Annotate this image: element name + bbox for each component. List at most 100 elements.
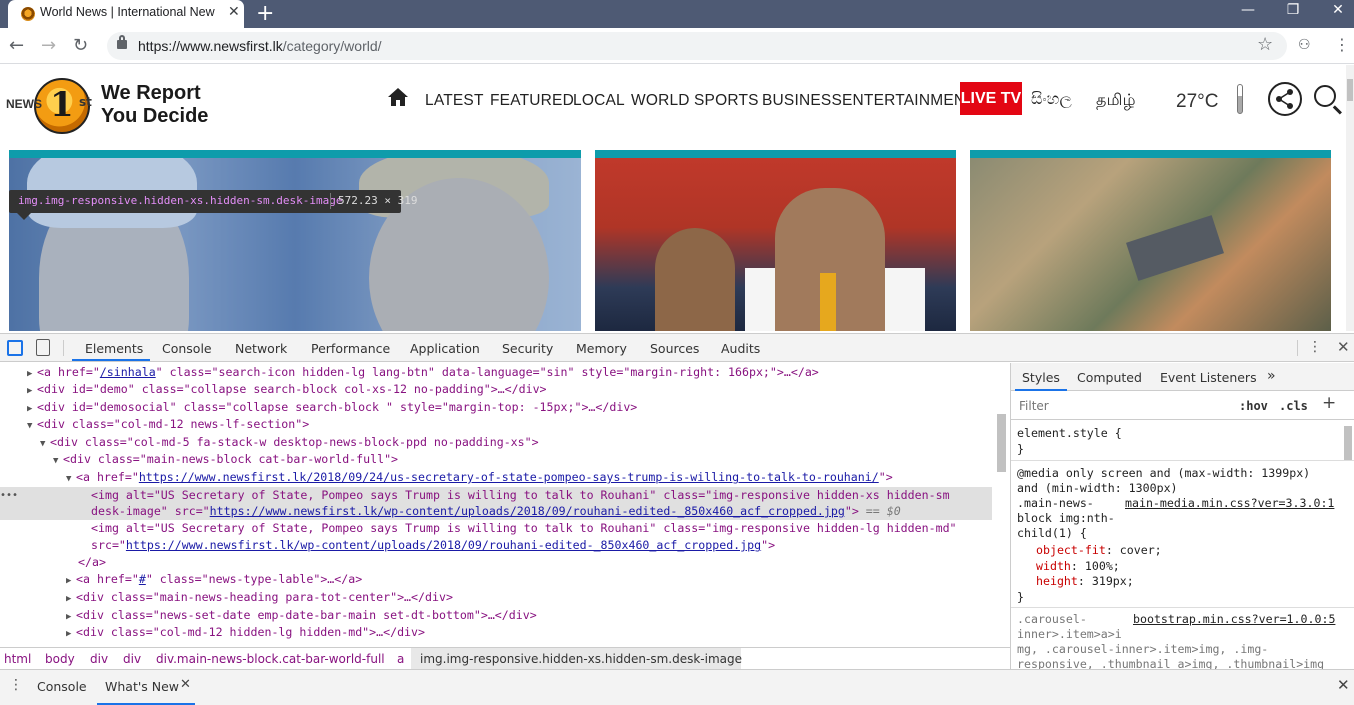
drawer-tab-whats-new[interactable]: What's New: [105, 679, 179, 694]
dom-node[interactable]: ▶ <div id="demosocial" class="collapse se…: [27, 400, 637, 417]
nav-local[interactable]: LOCAL: [573, 92, 625, 110]
node-link[interactable]: /sinhala: [100, 365, 156, 379]
dom-node[interactable]: <img alt="US Secretary of State, Pompeo …: [91, 521, 957, 538]
crumb-html[interactable]: html: [4, 652, 31, 666]
dom-tree-scrollbar[interactable]: [994, 363, 1008, 646]
lang-sinhala[interactable]: සිංහල: [1031, 91, 1072, 109]
nav-latest[interactable]: LATEST: [425, 92, 484, 110]
url-text[interactable]: https://www.newsfirst.lk/category/world/: [138, 38, 382, 54]
tab-elements[interactable]: Elements: [85, 341, 143, 356]
crumb-div[interactable]: div: [123, 652, 141, 666]
class-toggle[interactable]: .cls: [1279, 399, 1308, 413]
page-scrollbar-thumb[interactable]: [1347, 79, 1353, 101]
tab-close-icon[interactable]: ✕: [228, 4, 240, 20]
back-arrow-icon[interactable]: ←: [9, 35, 24, 56]
close-devtools-icon[interactable]: ✕: [1337, 338, 1350, 356]
node-link[interactable]: https://www.newsfirst.lk/wp-content/uplo…: [126, 538, 761, 552]
reload-icon[interactable]: ↻: [73, 35, 88, 56]
css-property[interactable]: width: 100%;: [1036, 559, 1120, 573]
nav-business[interactable]: BUSINESS: [762, 92, 842, 110]
news-image-3[interactable]: [970, 150, 1331, 331]
more-tabs-chevron-icon[interactable]: »: [1267, 368, 1276, 384]
tab-security[interactable]: Security: [502, 341, 553, 356]
browser-menu-icon[interactable]: ⋮: [1334, 35, 1350, 54]
inspect-element-icon[interactable]: [7, 340, 23, 356]
bookmark-star-icon[interactable]: ☆: [1257, 34, 1273, 55]
expand-triangle-icon[interactable]: ▶: [27, 404, 37, 414]
dom-tree[interactable]: ••• ▶ <a href="/sinhala" class="search-ic…: [0, 363, 1010, 646]
close-window-button[interactable]: ✕: [1323, 2, 1353, 18]
tab-computed[interactable]: Computed: [1077, 370, 1142, 385]
styles-scrollbar-thumb[interactable]: [1344, 426, 1352, 460]
crumb-main-news-block[interactable]: div.main-news-block.cat-bar-world-full: [156, 652, 385, 666]
tab-console[interactable]: Console: [162, 341, 212, 356]
dom-tree-scrollbar-thumb[interactable]: [997, 414, 1006, 472]
lock-icon[interactable]: [117, 35, 127, 49]
page-scrollbar[interactable]: [1346, 65, 1354, 331]
new-style-rule-icon[interactable]: +: [1322, 393, 1336, 413]
live-tv-button[interactable]: LIVE TV: [960, 82, 1022, 115]
node-actions-icon[interactable]: •••: [0, 490, 18, 501]
tab-audits[interactable]: Audits: [721, 341, 760, 356]
crumb-a[interactable]: a: [397, 652, 404, 666]
close-drawer-icon[interactable]: ✕: [1337, 676, 1350, 694]
browser-tab[interactable]: World News | International News ✕: [8, 0, 244, 28]
device-toolbar-icon[interactable]: [36, 339, 50, 356]
tab-network[interactable]: Network: [235, 341, 287, 356]
main-news-image[interactable]: [9, 150, 581, 331]
css-property[interactable]: object-fit: cover;: [1036, 543, 1162, 557]
dom-node[interactable]: ▶ <div class="news-set-date emp-date-bar-…: [66, 608, 537, 625]
more-options-icon[interactable]: ⋮: [1308, 339, 1322, 355]
element-style-rule[interactable]: element.style {: [1017, 426, 1122, 440]
restore-window-button[interactable]: ❐: [1278, 2, 1308, 18]
dom-node-selected[interactable]: desk-image" src="https://www.newsfirst.l…: [91, 504, 901, 521]
news-image-2[interactable]: [595, 150, 956, 331]
nav-sports[interactable]: SPORTS: [694, 92, 759, 110]
styles-filter-input[interactable]: [1015, 396, 1227, 416]
extension-icon[interactable]: ⚇: [1298, 37, 1311, 53]
collapse-triangle-icon[interactable]: ▼: [53, 456, 63, 466]
dom-node[interactable]: ▼ <div class="col-md-5 fa-stack-w desktop…: [40, 435, 539, 452]
dom-node[interactable]: ▶ <div id="demo" class="collapse search-b…: [27, 382, 547, 399]
share-icon[interactable]: [1268, 82, 1302, 116]
collapse-triangle-icon[interactable]: ▼: [27, 421, 37, 431]
forward-arrow-icon[interactable]: →: [41, 35, 56, 56]
tab-application[interactable]: Application: [410, 341, 480, 356]
tab-performance[interactable]: Performance: [311, 341, 390, 356]
node-link[interactable]: https://www.newsfirst.lk/2018/09/24/us-s…: [139, 470, 879, 484]
crumb-body[interactable]: body: [45, 652, 75, 666]
expand-triangle-icon[interactable]: ▶: [66, 594, 76, 604]
expand-triangle-icon[interactable]: ▶: [66, 612, 76, 622]
dom-node[interactable]: ▼ <div class="main-news-block cat-bar-wor…: [53, 452, 398, 469]
minimize-window-button[interactable]: —: [1233, 2, 1263, 18]
nav-entertainment[interactable]: ENTERTAINMENT: [842, 92, 975, 110]
home-icon[interactable]: [387, 87, 409, 107]
collapse-triangle-icon[interactable]: ▼: [66, 474, 76, 484]
node-link[interactable]: https://www.newsfirst.lk/wp-content/uplo…: [210, 504, 845, 518]
tab-memory[interactable]: Memory: [576, 341, 627, 356]
tab-styles[interactable]: Styles: [1022, 370, 1060, 385]
dom-node-selected[interactable]: <img alt="US Secretary of State, Pompeo …: [91, 488, 950, 505]
new-tab-button[interactable]: +: [256, 1, 274, 26]
expand-triangle-icon[interactable]: ▶: [27, 369, 37, 379]
node-link[interactable]: #: [139, 572, 146, 586]
lang-tamil[interactable]: தமிழ்: [1096, 91, 1136, 111]
dom-node[interactable]: ▼ <div class="col-md-12 news-lf-section">: [27, 417, 309, 434]
hover-state-toggle[interactable]: :hov: [1239, 399, 1268, 413]
dom-node[interactable]: ▶ <a href="#" class="news-type-lable">…</…: [66, 572, 362, 589]
address-bar[interactable]: https://www.newsfirst.lk/category/world/…: [107, 32, 1287, 60]
dom-node[interactable]: ▶ <a href="/sinhala" class="search-icon h…: [27, 365, 819, 382]
dom-node[interactable]: src="https://www.newsfirst.lk/wp-content…: [91, 538, 775, 555]
dom-node[interactable]: ▼ <a href="https://www.newsfirst.lk/2018/…: [66, 470, 893, 487]
drawer-tab-close-icon[interactable]: ✕: [180, 677, 191, 692]
expand-triangle-icon[interactable]: ▶: [66, 576, 76, 586]
css-property[interactable]: height: 319px;: [1036, 574, 1134, 588]
rule-source-link[interactable]: main-media.min.css?ver=3.3.0:1: [1125, 496, 1334, 510]
dom-node[interactable]: ▶ <div class="col-md-12 hidden-lg hidden-…: [66, 625, 425, 642]
tab-event-listeners[interactable]: Event Listeners: [1160, 370, 1257, 385]
dom-node[interactable]: ▶ <div class="main-news-heading para-tot-…: [66, 590, 453, 607]
drawer-menu-icon[interactable]: ⋮: [9, 677, 23, 693]
tab-sources[interactable]: Sources: [650, 341, 699, 356]
expand-triangle-icon[interactable]: ▶: [27, 386, 37, 396]
rule-source-link[interactable]: bootstrap.min.css?ver=1.0.0:5: [1133, 612, 1335, 626]
